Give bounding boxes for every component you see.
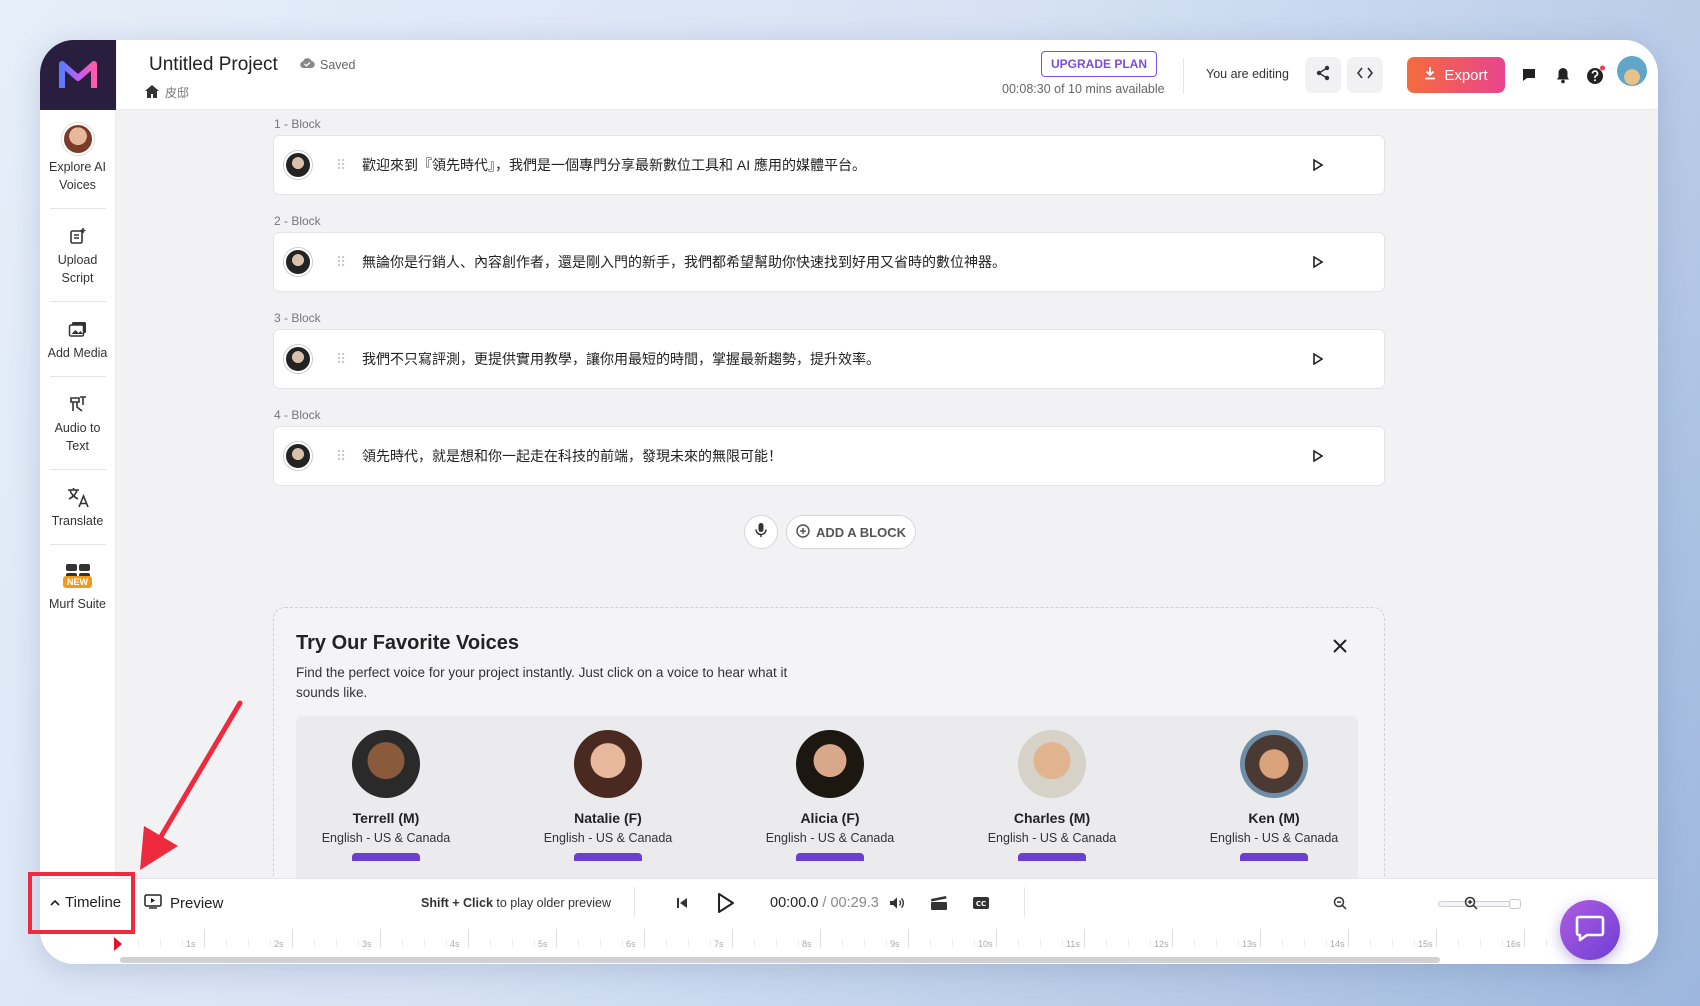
annotation-arrow — [140, 700, 243, 870]
